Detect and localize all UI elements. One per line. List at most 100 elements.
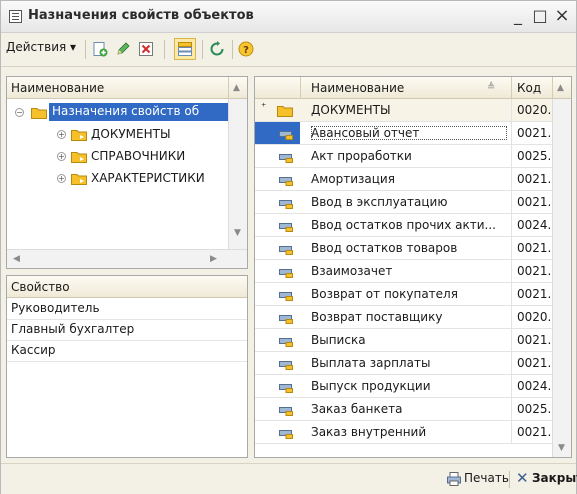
tree-item-label: ДОКУМЕНТЫ xyxy=(91,127,171,141)
list-row[interactable]: Взаимозачет 0021... xyxy=(255,260,571,283)
expand-icon[interactable]: + xyxy=(57,130,66,139)
list-row[interactable]: Выписка 0021... xyxy=(255,329,571,352)
property-label: Руководитель xyxy=(11,301,100,315)
print-button[interactable]: Печать xyxy=(464,471,509,485)
objects-list-panel: Наименование ≜ Код ▲ ⁺ ДОКУМЕНТЫ 0020... Ав… xyxy=(254,76,572,458)
tree-root-row[interactable]: − Назначения свойств об xyxy=(7,102,229,124)
tree-item[interactable]: + ДОКУМЕНТЫ xyxy=(7,124,229,146)
expand-icon[interactable]: + xyxy=(57,174,66,183)
document-type-icon xyxy=(279,267,293,278)
property-label: Кассир xyxy=(11,343,56,357)
row-name: Заказ внутренний xyxy=(311,425,427,439)
document-type-icon xyxy=(279,428,293,439)
tree-panel: Наименование ▲ − Назначения свойств об +… xyxy=(6,76,248,269)
row-name: Выписка xyxy=(311,333,366,347)
folder-icon xyxy=(31,106,47,119)
toolbar-separator xyxy=(232,40,233,59)
tree-item[interactable]: + СПРАВОЧНИКИ xyxy=(7,146,229,168)
add-icon[interactable] xyxy=(92,41,108,57)
header-divider xyxy=(552,77,553,99)
document-type-icon xyxy=(279,198,293,209)
scroll-down-arrow[interactable]: ▼ xyxy=(234,228,241,238)
folder-icon xyxy=(277,104,293,117)
row-name: Выплата зарплаты xyxy=(311,356,431,370)
property-label: Главный бухгалтер xyxy=(11,322,135,336)
column-header-code[interactable]: Код xyxy=(517,81,541,95)
properties-assignment-window: Назначения свойств объектов _ □ × Действ… xyxy=(0,0,577,494)
row-name: Амортизация xyxy=(311,172,395,186)
collapse-icon[interactable]: − xyxy=(15,108,24,117)
folder-icon xyxy=(71,150,87,163)
edit-pencil-icon[interactable] xyxy=(115,41,131,57)
list-row[interactable]: Заказ банкета 0025... xyxy=(255,398,571,421)
list-row[interactable]: Заказ внутренний 0021... xyxy=(255,421,571,444)
bottom-bar: Печать ✕ Закрыть xyxy=(1,463,577,494)
document-type-icon xyxy=(279,290,293,301)
scroll-right-arrow[interactable]: ▶ xyxy=(210,254,217,264)
expand-icon[interactable]: + xyxy=(57,152,66,161)
properties-panel: Свойство Руководитель Главный бухгалтер … xyxy=(6,275,248,458)
folder-icon xyxy=(71,172,87,185)
document-type-icon xyxy=(279,244,293,255)
document-type-icon xyxy=(279,382,293,393)
list-row[interactable]: Амортизация 0021... xyxy=(255,168,571,191)
header-divider xyxy=(300,77,301,99)
list-vertical-scrollbar[interactable]: ▼ xyxy=(552,99,571,457)
svg-text:?: ? xyxy=(243,45,249,56)
tree-header: Наименование ▲ xyxy=(7,77,247,99)
printer-icon xyxy=(446,471,462,487)
header-divider xyxy=(228,77,229,99)
list-row[interactable]: Ввод в эксплуатацию 0021... xyxy=(255,191,571,214)
property-row[interactable]: Руководитель xyxy=(7,298,247,320)
header-divider xyxy=(511,77,512,99)
list-row[interactable]: Ввод остатков товаров 0021... xyxy=(255,237,571,260)
property-row[interactable]: Главный бухгалтер xyxy=(7,319,247,341)
row-name: Возврат от покупателя xyxy=(311,287,458,301)
list-row[interactable]: Авансовый отчет 0021... xyxy=(255,122,571,145)
list-row[interactable]: Выпуск продукции 0024... xyxy=(255,375,571,398)
list-row[interactable]: Акт проработки 0025... xyxy=(255,145,571,168)
list-header: Наименование ≜ Код ▲ xyxy=(255,77,571,99)
maximize-button[interactable]: □ xyxy=(530,5,550,27)
close-button[interactable]: Закрыть xyxy=(532,471,577,485)
scroll-down-arrow[interactable]: ▼ xyxy=(558,443,565,453)
list-row[interactable]: Ввод остатков прочих акти... 0024... xyxy=(255,214,571,237)
scroll-up-arrow[interactable]: ▲ xyxy=(233,83,240,93)
document-type-icon xyxy=(279,313,293,324)
document-type-icon xyxy=(279,175,293,186)
list-row[interactable]: Возврат поставщику 0020... xyxy=(255,306,571,329)
toolbar-separator xyxy=(164,40,165,59)
window-title: Назначения свойств объектов xyxy=(28,8,254,23)
toolbar: Действия ▾ ? xyxy=(1,33,576,67)
up-level-icon[interactable]: ⁺ xyxy=(261,102,266,113)
tree-vertical-scrollbar[interactable]: ▼ xyxy=(228,99,247,249)
sort-ascending-icon: ≜ xyxy=(487,82,496,93)
scroll-up-arrow[interactable]: ▲ xyxy=(557,83,564,93)
actions-menu-button[interactable]: Действия ▾ xyxy=(6,40,76,58)
list-row[interactable]: Выплата зарплаты 0021... xyxy=(255,352,571,375)
tree-item-label: СПРАВОЧНИКИ xyxy=(91,149,186,163)
tree-horizontal-scrollbar[interactable]: ◀ ▶ xyxy=(7,249,247,268)
column-header-name[interactable]: Наименование xyxy=(311,81,404,95)
row-name: Авансовый отчет xyxy=(311,126,507,140)
property-row[interactable]: Кассир xyxy=(7,340,247,362)
minimize-button[interactable]: _ xyxy=(508,5,528,27)
footer-separator xyxy=(509,471,510,488)
close-window-button[interactable]: × xyxy=(552,5,572,27)
document-type-icon xyxy=(279,129,293,140)
tree-root-label: Назначения свойств об xyxy=(49,103,229,121)
properties-header: Свойство xyxy=(7,276,247,298)
title-bar: Назначения свойств объектов _ □ × xyxy=(1,1,576,33)
row-selection-marker xyxy=(255,122,300,144)
document-type-icon xyxy=(279,405,293,416)
row-name: Акт проработки xyxy=(311,149,412,163)
list-row[interactable]: Возврат от покупателя 0021... xyxy=(255,283,571,306)
delete-icon[interactable] xyxy=(138,41,154,57)
refresh-icon[interactable] xyxy=(209,41,225,57)
document-type-icon xyxy=(279,359,293,370)
help-icon[interactable]: ? xyxy=(238,41,254,57)
scroll-left-arrow[interactable]: ◀ xyxy=(13,254,20,264)
group-row[interactable]: ⁺ ДОКУМЕНТЫ 0020... xyxy=(255,99,571,122)
document-type-icon xyxy=(279,152,293,163)
tree-item[interactable]: + ХАРАКТЕРИСТИКИ xyxy=(7,168,229,190)
